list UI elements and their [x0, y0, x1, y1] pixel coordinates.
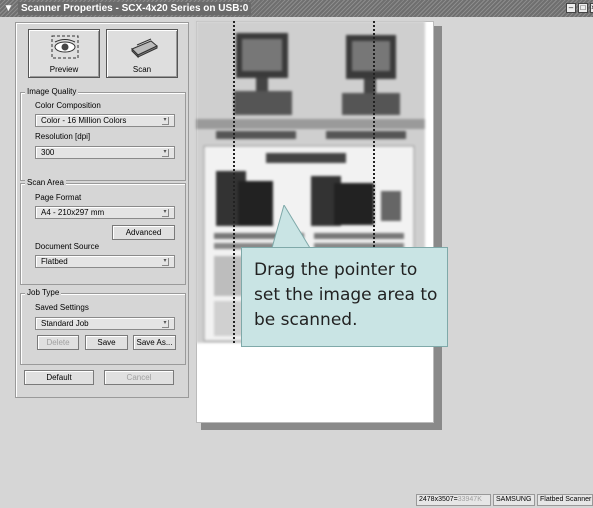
delete-button[interactable]: Delete — [37, 335, 79, 350]
document-source-label: Document Source — [35, 242, 100, 251]
window-title: Scanner Properties - SCX-4x20 Series on … — [18, 2, 252, 15]
image-dimensions-status: 2478x3507=33947K — [416, 494, 491, 506]
save-as-button[interactable]: Save As... — [133, 335, 176, 350]
chevron-down-icon: ▾ — [162, 258, 169, 266]
document-source-value: Flatbed — [41, 257, 68, 266]
window-menu-icon[interactable]: ▼ — [3, 3, 14, 14]
preview-eye-icon — [51, 35, 79, 59]
image-quality-group: Image Quality Color Composition Color - … — [20, 87, 186, 181]
resolution-label: Resolution [dpi] — [35, 132, 91, 141]
color-composition-label: Color Composition — [35, 101, 101, 110]
file-size-value: 33947K — [457, 496, 482, 503]
saved-settings-value: Standard Job — [41, 319, 89, 328]
scanner-icon — [131, 38, 158, 59]
color-composition-value: Color - 16 Million Colors — [41, 116, 127, 125]
job-type-group: Job Type Saved Settings Standard Job ▾ D… — [20, 288, 186, 365]
maximize-button[interactable]: □ — [578, 3, 588, 13]
chevron-down-icon: ▾ — [162, 320, 169, 328]
scan-label: Scan — [132, 65, 152, 74]
chevron-down-icon: ▾ — [162, 149, 169, 157]
scan-area-group: Scan Area Page Format A4 - 210x297 mm ▾ … — [20, 178, 186, 285]
scan-area-title: Scan Area — [25, 178, 66, 187]
page-format-value: A4 - 210x297 mm — [41, 208, 105, 217]
scanner-type-status: Flatbed Scanner — [537, 494, 593, 506]
document-source-select[interactable]: Flatbed ▾ — [35, 255, 175, 268]
preview-label: Preview — [49, 65, 79, 74]
callout-text: Drag the pointer to set the image area t… — [254, 260, 438, 330]
saved-settings-select[interactable]: Standard Job ▾ — [35, 317, 175, 330]
scanner-window: ▼ Scanner Properties - SCX-4x20 Series o… — [0, 0, 593, 508]
page-format-select[interactable]: A4 - 210x297 mm ▾ — [35, 206, 175, 219]
chevron-down-icon: ▾ — [162, 209, 169, 217]
instruction-callout: Drag the pointer to set the image area t… — [241, 247, 448, 347]
advanced-button[interactable]: Advanced — [112, 225, 175, 240]
resolution-select[interactable]: 300 ▾ — [35, 146, 175, 159]
selection-left-edge[interactable] — [233, 21, 235, 343]
scan-button[interactable]: Scan — [106, 29, 178, 78]
minimize-button[interactable]: – — [566, 3, 576, 13]
saved-settings-label: Saved Settings — [35, 303, 89, 312]
brand-status: SAMSUNG — [493, 494, 535, 506]
status-bar: 2478x3507=33947K SAMSUNG Flatbed Scanner — [0, 492, 593, 508]
preview-button[interactable]: Preview — [28, 29, 100, 78]
cancel-button[interactable]: Cancel — [104, 370, 174, 385]
job-type-title: Job Type — [25, 288, 62, 297]
image-quality-title: Image Quality — [25, 87, 79, 96]
color-composition-select[interactable]: Color - 16 Million Colors ▾ — [35, 114, 175, 127]
dimensions-value: 2478x3507= — [419, 496, 458, 503]
resolution-value: 300 — [41, 148, 55, 157]
page-format-label: Page Format — [35, 193, 82, 202]
title-bar[interactable]: ▼ Scanner Properties - SCX-4x20 Series o… — [0, 0, 593, 17]
default-button[interactable]: Default — [24, 370, 94, 385]
callout-pointer — [271, 205, 311, 249]
save-button[interactable]: Save — [85, 335, 128, 350]
chevron-down-icon: ▾ — [162, 117, 169, 125]
control-panel: Preview Scan Image Quality Color Composi… — [15, 22, 189, 398]
